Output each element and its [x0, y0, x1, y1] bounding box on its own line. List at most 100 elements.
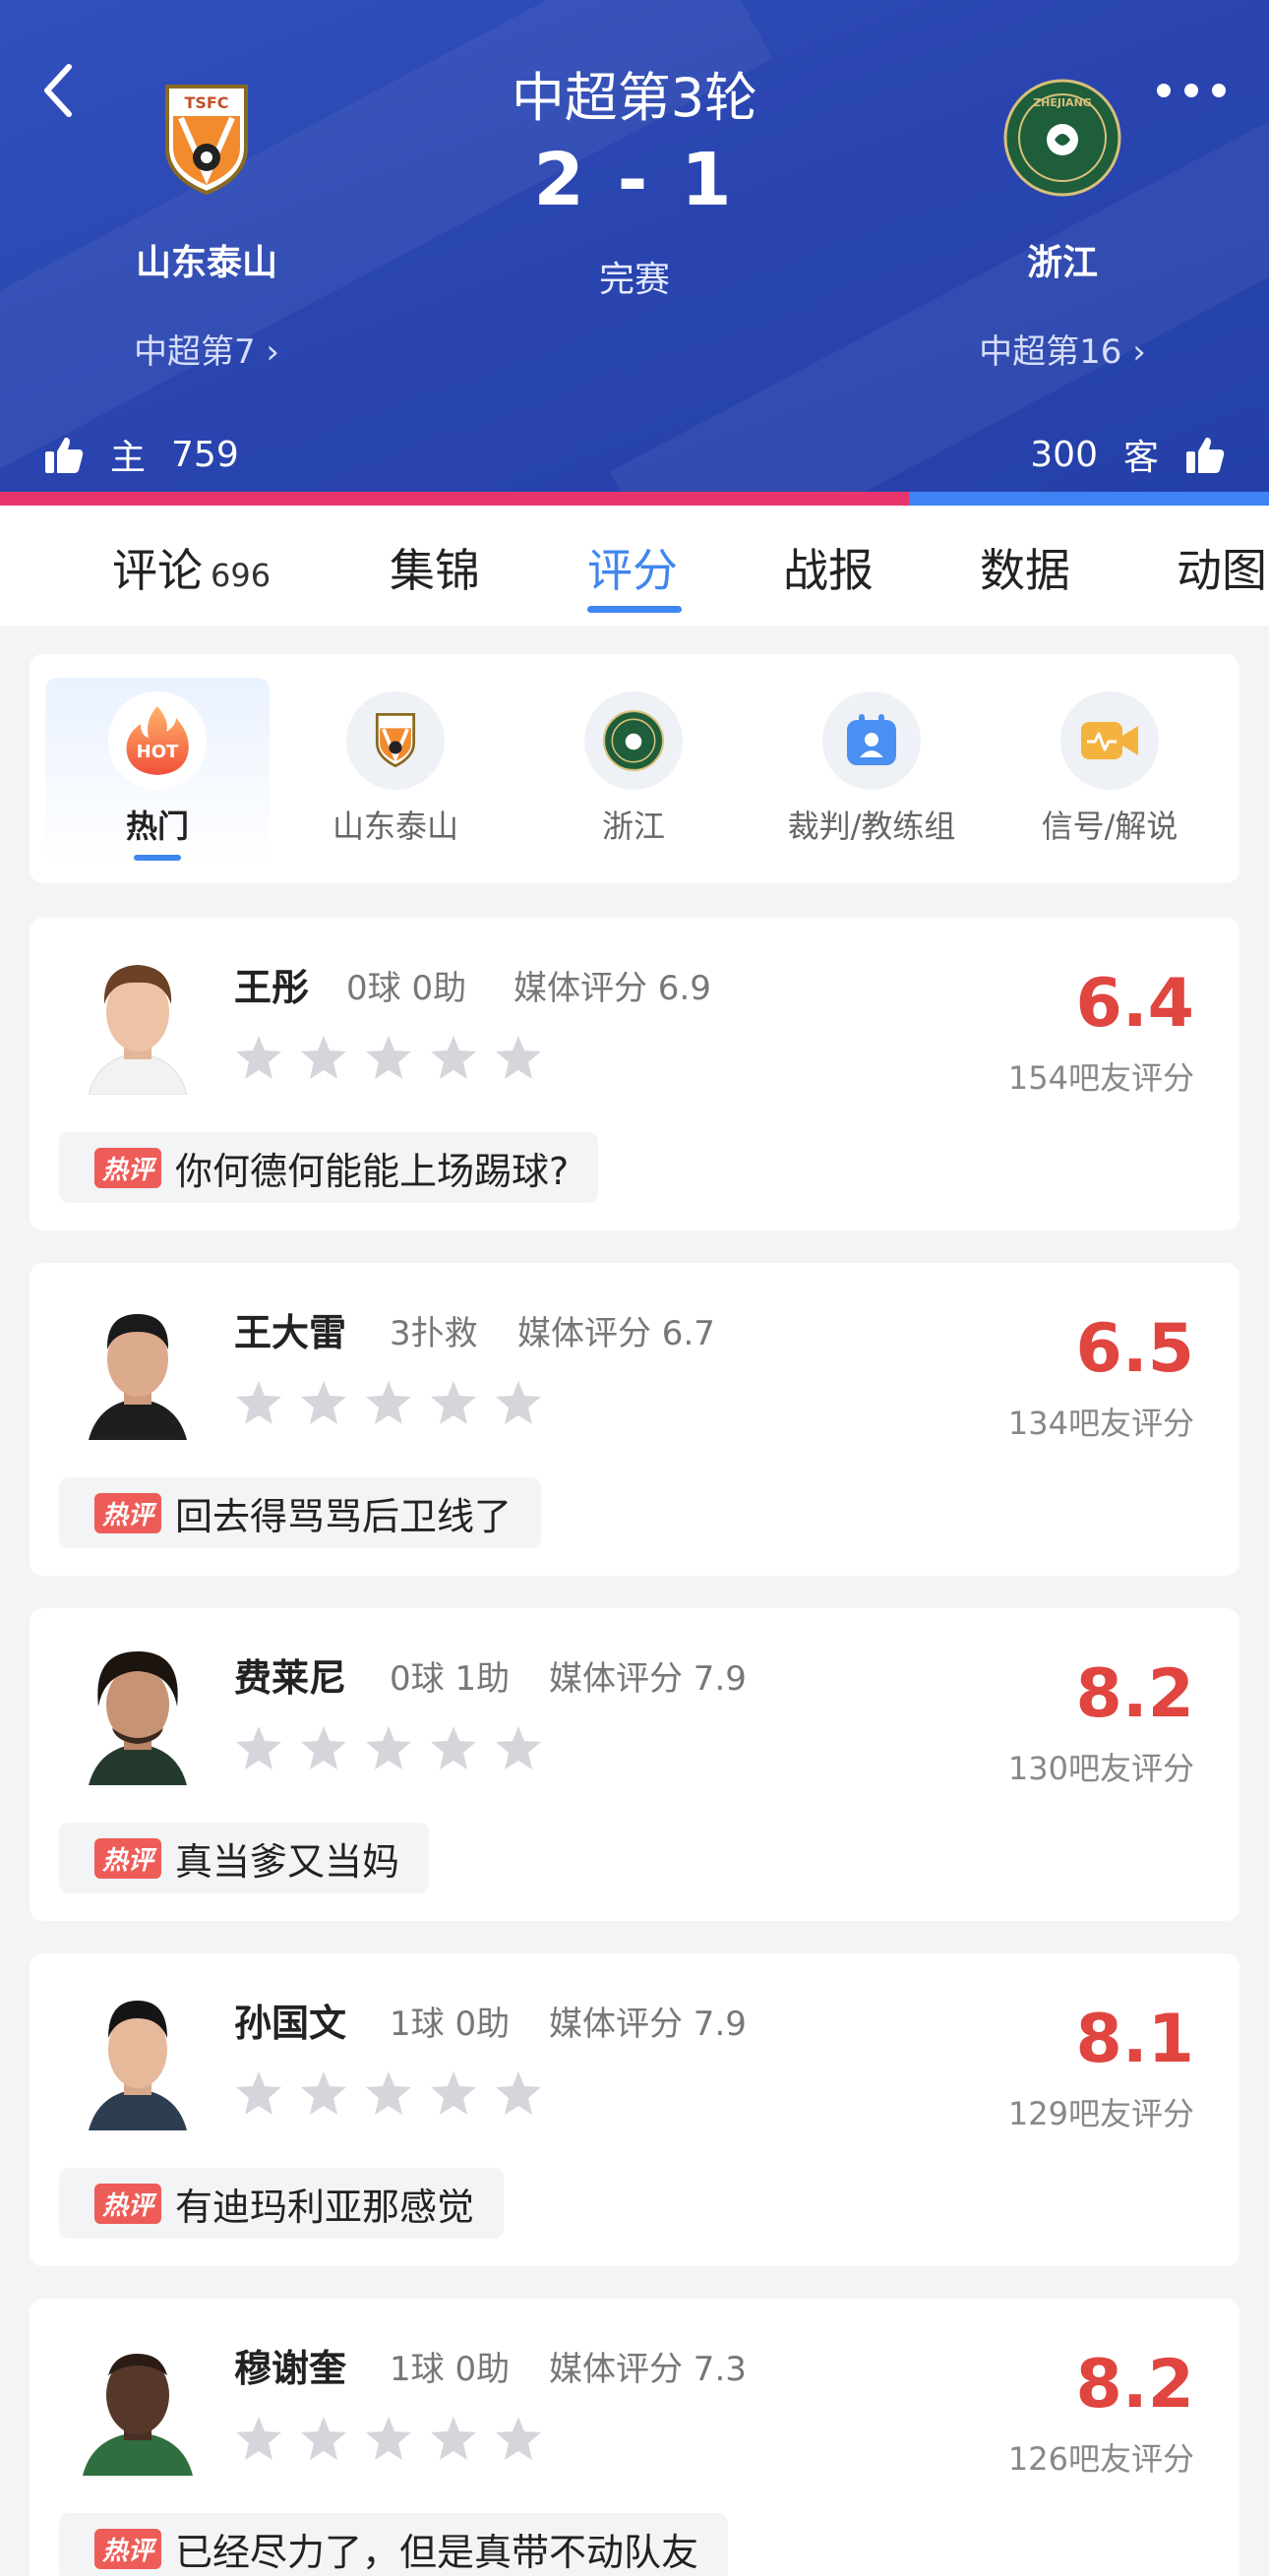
filter-away-team-label: 浙江 [601, 808, 665, 845]
fan-rating-count: 154吧友评分 [1007, 1059, 1194, 1097]
star-icon[interactable] [494, 1379, 543, 1426]
filter-broadcast-label: 信号/解说 [1041, 808, 1178, 845]
filter-home-team[interactable]: 山东泰山 [283, 678, 508, 865]
star-icon[interactable] [429, 2415, 478, 2462]
zhejiang-logo-icon: ZHEJIANG [1003, 79, 1121, 197]
svg-text:HOT: HOT [137, 742, 179, 762]
player-media-rating: 媒体评分 7.9 [549, 1659, 747, 1699]
hot-comment-text: 有迪玛利亚那感觉 [175, 2185, 475, 2229]
fan-rating-count: 129吧友评分 [1007, 2095, 1194, 2132]
hot-comment-text: 真当爹又当妈 [175, 1839, 400, 1884]
star-icon[interactable] [234, 2415, 283, 2462]
player-avatar [69, 1292, 207, 1440]
hot-comment-tag: 热评 [94, 1147, 162, 1188]
away-team[interactable]: ZHEJIANG 浙江 中超第16 › [915, 79, 1210, 373]
tab-comments[interactable]: 评论 696 [112, 535, 271, 600]
star-icon[interactable] [364, 2069, 413, 2117]
shandong-taishan-logo-icon [346, 691, 445, 790]
star-icon[interactable] [234, 1379, 283, 1426]
fan-rating-score: 6.4 [1075, 965, 1194, 1043]
star-icon[interactable] [494, 1034, 543, 1081]
star-icon[interactable] [299, 1034, 348, 1081]
zhejiang-logo-icon [584, 691, 683, 790]
fan-rating-count: 130吧友评分 [1007, 1750, 1194, 1787]
star-icon[interactable] [494, 2069, 543, 2117]
hot-comment[interactable]: 热评 你何德何能能上场踢球? [59, 1132, 599, 1203]
filter-hot[interactable]: HOT 热门 [45, 678, 270, 865]
fan-rating-score: 8.2 [1075, 1655, 1194, 1733]
star-icon[interactable] [364, 1724, 413, 1771]
rating-stars[interactable] [234, 2415, 559, 2462]
fan-rating-score: 6.5 [1075, 1310, 1194, 1388]
rating-stars[interactable] [234, 1379, 559, 1426]
home-team[interactable]: TSFC 山东泰山 中超第7 › [59, 79, 354, 373]
filter-broadcast[interactable]: 信号/解说 [997, 678, 1222, 865]
away-like-count: 300 [1030, 434, 1098, 475]
star-icon[interactable] [364, 1034, 413, 1081]
tab-stats[interactable]: 数据 [980, 535, 1070, 600]
star-icon[interactable] [429, 1724, 478, 1771]
hot-comment[interactable]: 热评 有迪玛利亚那感觉 [59, 2168, 505, 2239]
star-icon[interactable] [494, 1724, 543, 1771]
player-avatar [69, 1983, 207, 2130]
player-rating-card[interactable]: 穆谢奎 1球 0助 媒体评分 7.3 8.2 126吧友评分 热评 已经尽力了，… [30, 2299, 1239, 2576]
active-filter-underline [134, 855, 181, 861]
away-team-name: 浙江 [1026, 243, 1098, 283]
home-team-name: 山东泰山 [135, 243, 277, 283]
filter-referee-coaches[interactable]: 裁判/教练组 [759, 678, 984, 865]
star-icon[interactable] [234, 2069, 283, 2117]
star-icon[interactable] [299, 2069, 348, 2117]
hot-comment[interactable]: 热评 真当爹又当妈 [59, 1823, 430, 1893]
star-icon[interactable] [299, 2415, 348, 2462]
rating-stars[interactable] [234, 2069, 559, 2117]
active-tab-underline [587, 606, 682, 613]
away-like-button[interactable]: 300 客 [1030, 429, 1226, 480]
away-like-ratio-bar [909, 492, 1269, 506]
home-like-ratio-bar [0, 492, 909, 506]
away-like-label: 客 [1122, 438, 1159, 478]
hot-icon: HOT [108, 691, 207, 790]
hot-comment-text: 已经尽力了，但是真带不动队友 [175, 2530, 699, 2574]
tab-ratings[interactable]: 评分 [587, 535, 678, 600]
home-like-label: 主 [110, 438, 147, 478]
home-team-rank-link[interactable]: 中超第7 › [59, 325, 354, 373]
star-icon[interactable] [299, 1724, 348, 1771]
star-icon[interactable] [429, 1379, 478, 1426]
hot-comment[interactable]: 热评 已经尽力了，但是真带不动队友 [59, 2513, 729, 2576]
tab-report[interactable]: 战报 [783, 535, 874, 600]
fan-rating-score: 8.2 [1075, 2346, 1194, 2424]
player-rating-card[interactable]: 王彤 0球 0助 媒体评分 6.9 6.4 154吧友评分 热评 你何德何能能上… [30, 918, 1239, 1230]
away-team-rank-link[interactable]: 中超第16 › [915, 325, 1210, 373]
player-rating-card[interactable]: 费莱尼 0球 1助 媒体评分 7.9 8.2 130吧友评分 热评 真当爹又当妈 [30, 1608, 1239, 1921]
star-icon[interactable] [494, 2415, 543, 2462]
tab-highlights[interactable]: 集锦 [390, 535, 480, 600]
hot-comment-text: 回去得骂骂后卫线了 [175, 1494, 513, 1538]
home-like-button[interactable]: 主 759 [43, 429, 239, 480]
hot-comment-tag: 热评 [94, 2183, 162, 2224]
player-match-stats: 0球 1助 [390, 1659, 511, 1699]
svg-text:ZHEJIANG: ZHEJIANG [1033, 96, 1092, 109]
shandong-taishan-logo-icon: TSFC [148, 79, 266, 197]
rating-stars[interactable] [234, 1034, 559, 1081]
star-icon[interactable] [234, 1034, 283, 1081]
player-name: 穆谢奎 [234, 2347, 347, 2390]
filter-away-team[interactable]: 浙江 [521, 678, 746, 865]
star-icon[interactable] [299, 1379, 348, 1426]
rating-stars[interactable] [234, 1724, 559, 1771]
tab-gifs[interactable]: 动图 [1177, 535, 1267, 600]
hot-comment[interactable]: 热评 回去得骂骂后卫线了 [59, 1477, 542, 1548]
player-match-stats: 0球 0助 [346, 969, 467, 1008]
star-icon[interactable] [364, 2415, 413, 2462]
player-rating-card[interactable]: 孙国文 1球 0助 媒体评分 7.9 8.1 129吧友评分 热评 有迪玛利亚那… [30, 1953, 1239, 2266]
player-media-rating: 媒体评分 6.7 [517, 1314, 715, 1353]
star-icon[interactable] [429, 2069, 478, 2117]
star-icon[interactable] [429, 1034, 478, 1081]
player-match-stats: 3扑救 [390, 1314, 478, 1353]
player-name: 费莱尼 [234, 1656, 347, 1700]
player-rating-card[interactable]: 王大雷 3扑救 媒体评分 6.7 6.5 134吧友评分 热评 回去得骂骂后卫线… [30, 1263, 1239, 1576]
star-icon[interactable] [234, 1724, 283, 1771]
hot-comment-tag: 热评 [94, 2528, 162, 2569]
star-icon[interactable] [364, 1379, 413, 1426]
referee-badge-icon [822, 691, 921, 790]
rating-filter-bar: HOT 热门 山东泰山 浙江 裁判/教练组 信号/解说 [30, 654, 1239, 883]
